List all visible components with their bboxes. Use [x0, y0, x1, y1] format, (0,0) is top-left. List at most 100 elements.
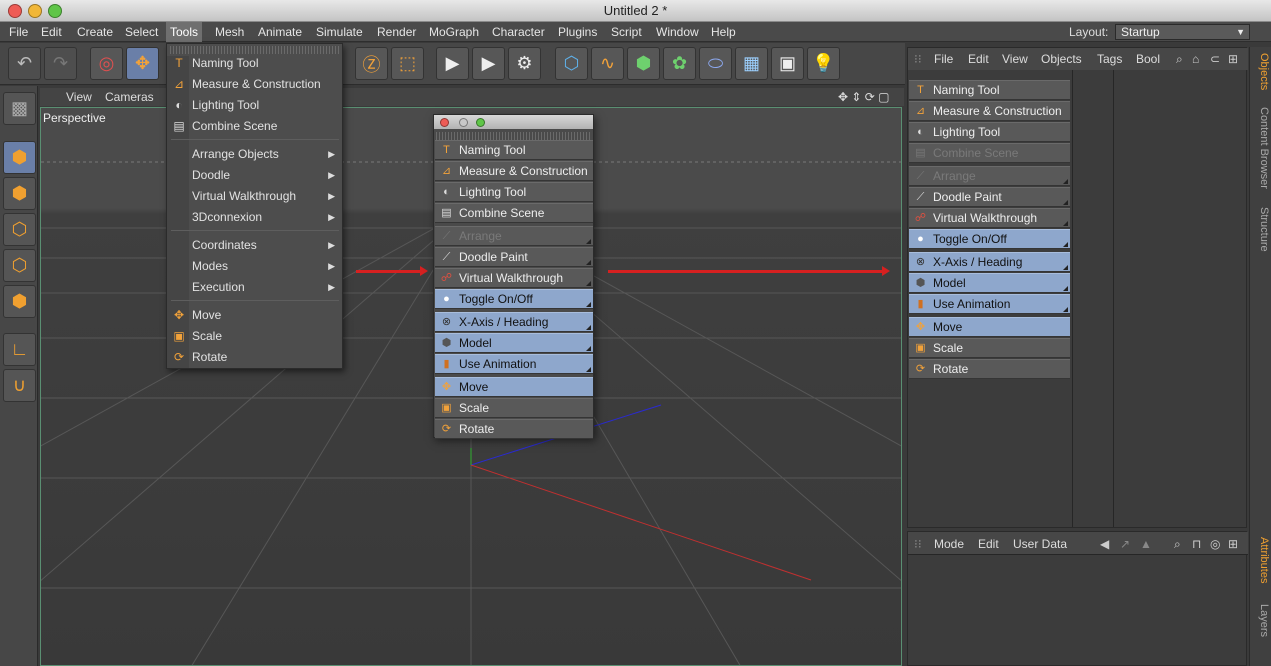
move-tool-icon[interactable]: ✥ [126, 47, 159, 80]
objects-menu-view[interactable]: View [1002, 52, 1028, 66]
palette-arrange[interactable]: ⟋ Arrange [435, 226, 593, 246]
menu-item-rotate[interactable]: ⟳ Rotate [167, 347, 343, 367]
redo-icon[interactable]: ↷ [44, 47, 77, 80]
menu-mesh[interactable]: Mesh [211, 25, 248, 39]
palette-measure[interactable]: ⊿ Measure & Construction [435, 161, 593, 181]
palette-scale[interactable]: ▣ Scale [435, 398, 593, 418]
palette-toggle-on-off[interactable]: ● Toggle On/Off [435, 289, 593, 309]
palette-doodle-paint[interactable]: ⟋ Doodle Paint [435, 247, 593, 267]
tab-attributes[interactable]: Attributes [1252, 537, 1270, 583]
palette-x-axis-heading[interactable]: ⊗ X-Axis / Heading [435, 312, 593, 332]
palette-close-button[interactable] [440, 118, 449, 127]
viewport-menu-view[interactable]: View [66, 90, 92, 104]
palette-zoom-button[interactable] [476, 118, 485, 127]
back-arrow-icon[interactable]: ◀ [1100, 537, 1109, 551]
menu-plugins[interactable]: Plugins [554, 25, 601, 39]
tab-structure[interactable]: Structure [1252, 207, 1270, 252]
menu-mograph[interactable]: MoGraph [425, 25, 483, 39]
menu-simulate[interactable]: Simulate [312, 25, 367, 39]
menu-item-scale[interactable]: ▣ Scale [167, 326, 343, 346]
points-mode-icon[interactable]: ⬡ [3, 213, 36, 246]
make-editable-icon[interactable]: ▩ [3, 92, 36, 125]
grip-icon[interactable]: ⁝⁝ [914, 537, 922, 551]
array-icon[interactable]: ✿ [663, 47, 696, 80]
subdivision-surface-icon[interactable]: ⬢ [627, 47, 660, 80]
menu-tools[interactable]: Tools [166, 22, 203, 42]
up-icon[interactable]: ▲ [1140, 537, 1152, 551]
palette-lighting-tool[interactable]: ◐ Lighting Tool [435, 182, 593, 202]
palette-move[interactable]: ✥ Move [435, 377, 593, 397]
menu-item-3dconnexion[interactable]: 3Dconnexion ▶ [167, 207, 343, 227]
docked-use-animation[interactable]: ▮ Use Animation [909, 294, 1070, 314]
menu-animate[interactable]: Animate [254, 25, 306, 39]
tab-objects[interactable]: Objects [1252, 53, 1270, 90]
docked-virtual-walkthrough[interactable]: ☍ Virtual Walkthrough [909, 208, 1070, 228]
menu-edit[interactable]: Edit [37, 25, 66, 39]
menu-item-measure[interactable]: ⊿ Measure & Construction [167, 74, 343, 94]
tab-layers[interactable]: Layers [1252, 604, 1270, 637]
menu-item-move[interactable]: ✥ Move [167, 305, 343, 325]
spline-icon[interactable]: ∿ [591, 47, 624, 80]
snap-icon[interactable]: ∪ [3, 369, 36, 402]
docked-rotate[interactable]: ⟳ Rotate [909, 359, 1070, 379]
attributes-menu-mode[interactable]: Mode [934, 537, 964, 551]
polygons-mode-icon[interactable]: ⬢ [3, 285, 36, 318]
render-picture-viewer-icon[interactable]: ▶ [472, 47, 505, 80]
undo-icon[interactable]: ↶ [8, 47, 41, 80]
render-view-icon[interactable]: ▶ [436, 47, 469, 80]
lock-icon[interactable]: ⊓ [1192, 537, 1201, 551]
world-coordinates-icon[interactable]: ⬚ [391, 47, 424, 80]
floor-icon[interactable]: ▦ [735, 47, 768, 80]
menu-create[interactable]: Create [73, 25, 117, 39]
menu-item-lighting-tool[interactable]: ◐ Lighting Tool [167, 95, 343, 115]
link-icon[interactable]: ⊂ [1210, 52, 1220, 66]
objects-menu-file[interactable]: File [934, 52, 953, 66]
search-icon[interactable]: ⌕ [1174, 537, 1181, 552]
tab-content-browser[interactable]: Content Browser [1252, 107, 1270, 189]
search-icon[interactable]: ⌕ [1176, 52, 1183, 67]
objects-menu-bool[interactable]: Bool [1136, 52, 1160, 66]
new-panel-icon[interactable]: ⊞ [1228, 52, 1238, 66]
light-icon[interactable]: 💡 [807, 47, 840, 80]
live-selection-icon[interactable]: ◎ [90, 47, 123, 80]
docked-scale[interactable]: ▣ Scale [909, 338, 1070, 358]
menu-item-arrange-objects[interactable]: Arrange Objects ▶ [167, 144, 343, 164]
menu-file[interactable]: File [5, 25, 32, 39]
docked-x-axis-heading[interactable]: ⊗ X-Axis / Heading [909, 252, 1070, 272]
palette-virtual-walkthrough[interactable]: ☍ Virtual Walkthrough [435, 268, 593, 288]
docked-move[interactable]: ✥ Move [909, 317, 1070, 337]
cube-icon[interactable]: ⬡ [555, 47, 588, 80]
docked-doodle-paint[interactable]: ⟋ Doodle Paint [909, 187, 1070, 207]
texture-mode-icon[interactable]: ⬢ [3, 177, 36, 210]
palette-naming-tool[interactable]: T Naming Tool [435, 140, 593, 160]
docked-combine-scene[interactable]: ▤ Combine Scene [909, 143, 1070, 163]
docked-naming-tool[interactable]: T Naming Tool [909, 80, 1070, 100]
menu-item-virtual-walkthrough[interactable]: Virtual Walkthrough ▶ [167, 186, 343, 206]
palette-combine-scene[interactable]: ▤ Combine Scene [435, 203, 593, 223]
menu-item-modes[interactable]: Modes ▶ [167, 256, 343, 276]
menu-character[interactable]: Character [488, 25, 549, 39]
docked-measure[interactable]: ⊿ Measure & Construction [909, 101, 1070, 121]
palette-title-bar[interactable] [434, 115, 593, 129]
menu-help[interactable]: Help [707, 25, 740, 39]
viewport-nav-icon[interactable]: ✥ ⇕ ⟳ ▢ [838, 90, 890, 104]
palette-grip[interactable] [436, 132, 591, 140]
attributes-menu-user-data[interactable]: User Data [1013, 537, 1067, 551]
docked-arrange[interactable]: ⟋ Arrange [909, 166, 1070, 186]
docked-model[interactable]: ⬢ Model [909, 273, 1070, 293]
menu-item-coordinates[interactable]: Coordinates ▶ [167, 235, 343, 255]
floating-tools-palette[interactable]: T Naming Tool ⊿ Measure & Construction ◐ Li… [433, 114, 594, 439]
objects-menu-edit[interactable]: Edit [968, 52, 989, 66]
menu-window[interactable]: Window [652, 25, 703, 39]
attributes-menu-edit[interactable]: Edit [978, 537, 999, 551]
home-icon[interactable]: ⌂ [1192, 52, 1199, 66]
camera-icon[interactable]: ▣ [771, 47, 804, 80]
z-axis-icon[interactable]: Ⓩ [355, 47, 388, 80]
settings-icon[interactable]: ◎ [1210, 537, 1220, 551]
edges-mode-icon[interactable]: ⬡ [3, 249, 36, 282]
palette-rotate[interactable]: ⟳ Rotate [435, 419, 593, 439]
viewport-menu-cameras[interactable]: Cameras [105, 90, 154, 104]
menu-select[interactable]: Select [121, 25, 162, 39]
model-mode-icon[interactable]: ⬢ [3, 141, 36, 174]
menu-item-combine-scene[interactable]: ▤ Combine Scene [167, 116, 343, 136]
